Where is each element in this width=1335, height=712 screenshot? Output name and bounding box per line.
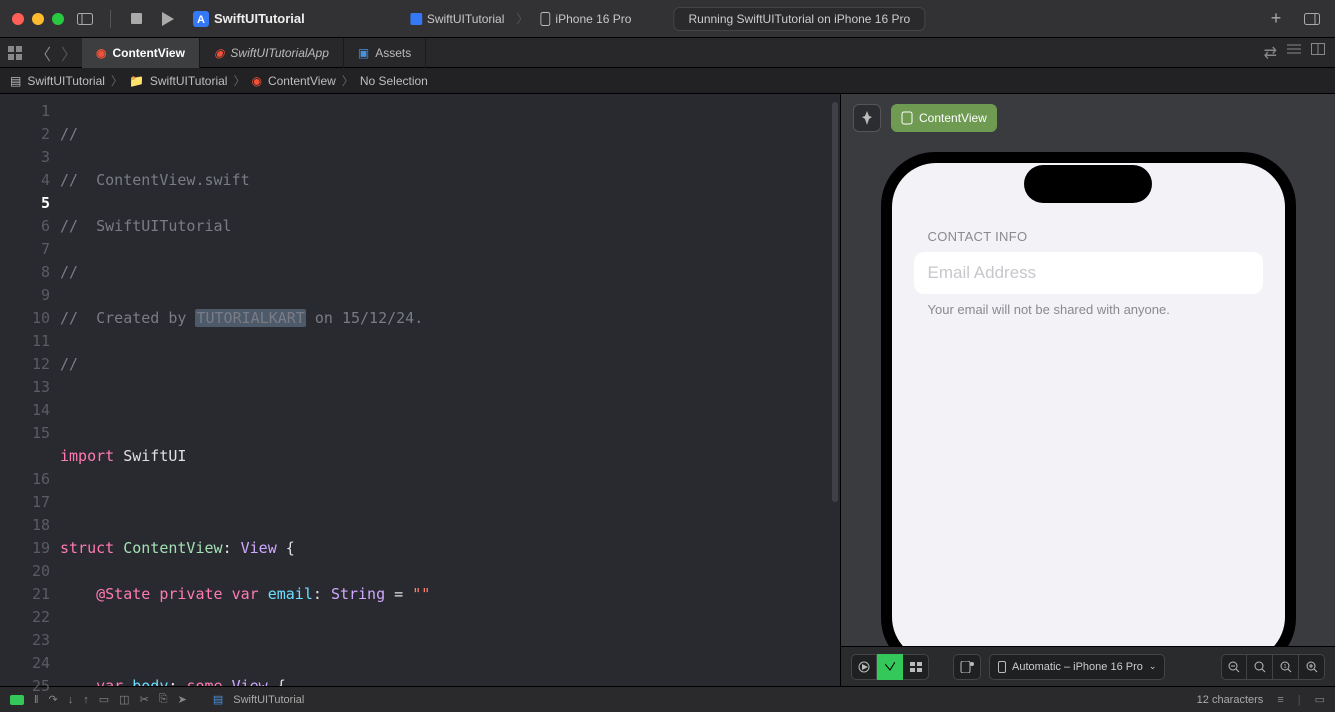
app-icon: ▤ (213, 693, 223, 706)
code-editor[interactable]: 1234 5678 9101112 131415 16171819 202122… (0, 94, 840, 686)
destination-device[interactable]: iPhone 16 Pro (540, 12, 631, 26)
variants-button[interactable] (903, 654, 929, 680)
adjust-editor-icon[interactable] (1287, 43, 1301, 63)
run-button[interactable] (157, 8, 179, 30)
main-area: 1234 5678 9101112 131415 16171819 202122… (0, 94, 1335, 686)
crumb-folder[interactable]: SwiftUITutorial (150, 74, 228, 88)
app-icon: ▤ (10, 74, 21, 88)
environment-icon[interactable]: ✂ (140, 693, 149, 706)
pin-preview-button[interactable] (853, 104, 881, 132)
swift-icon: ◉ (214, 46, 224, 60)
nav-forward-button[interactable]: 〉 (56, 38, 82, 68)
footer-project[interactable]: SwiftUITutorial (233, 694, 304, 706)
chevron-right-icon: 〉 (516, 10, 528, 27)
stop-button[interactable] (125, 8, 147, 30)
zoom-actual-button[interactable]: 1 (1273, 654, 1299, 680)
minimize-window-icon[interactable] (32, 13, 44, 25)
zoom-in-button[interactable] (1299, 654, 1325, 680)
email-field[interactable]: Email Address (914, 252, 1263, 294)
window-controls (12, 13, 64, 25)
library-panel-icon[interactable] (1301, 8, 1323, 30)
dynamic-island (1024, 165, 1152, 203)
live-mode-button[interactable] (851, 654, 877, 680)
phone-frame: CONTACT INFO Email Address Your email wi… (881, 152, 1296, 672)
step-out-icon[interactable]: ↑ (83, 694, 89, 706)
add-tab-icon[interactable]: + (1265, 8, 1287, 30)
crumb-file[interactable]: ContentView (268, 74, 336, 88)
swift-icon: ◉ (96, 46, 106, 60)
svg-text:A: A (197, 14, 205, 26)
preview-chip[interactable]: ContentView (891, 104, 997, 132)
sidebar-toggle-icon[interactable] (74, 8, 96, 30)
activity-status: Running SwiftUITutorial on iPhone 16 Pro (673, 7, 925, 31)
folder-icon: 📁 (129, 74, 144, 88)
project-name: SwiftUITutorial (214, 11, 305, 26)
preview-device-selector[interactable]: Automatic – iPhone 16 Pro ⌄ (989, 654, 1165, 680)
zoom-out-button[interactable] (1221, 654, 1247, 680)
device-settings-button[interactable] (953, 654, 981, 680)
chevron-right-icon: 〉 (342, 72, 354, 89)
tab-assets[interactable]: ▣ Assets (344, 38, 426, 68)
titlebar: A SwiftUITutorial SwiftUITutorial 〉 iPho… (0, 0, 1335, 38)
section-footer: Your email will not be shared with anyon… (914, 302, 1263, 317)
canvas-toolbar: Automatic – iPhone 16 Pro ⌄ 1 (841, 646, 1335, 686)
chevron-right-icon: 〉 (233, 72, 245, 89)
assets-icon: ▣ (358, 46, 369, 60)
tab-contentview[interactable]: ◉ ContentView (82, 38, 200, 68)
zoom-window-icon[interactable] (52, 13, 64, 25)
review-changes-icon[interactable]: ⇄ (1264, 43, 1277, 63)
simulator-screen[interactable]: CONTACT INFO Email Address Your email wi… (892, 163, 1285, 661)
tab-app[interactable]: ◉ SwiftUITutorialApp (200, 38, 344, 68)
step-into-icon[interactable]: ↓ (68, 694, 74, 706)
chevron-right-icon: 〉 (111, 72, 123, 89)
breadcrumb: ▤ SwiftUITutorial 〉 📁 SwiftUITutorial 〉 … (0, 68, 1335, 94)
related-items-icon[interactable] (0, 46, 30, 60)
selection-info: 12 characters (1197, 694, 1264, 706)
crumb-project[interactable]: SwiftUITutorial (27, 74, 105, 88)
toggle-console-icon[interactable]: ▭ (1315, 693, 1325, 706)
zoom-fit-button[interactable] (1247, 654, 1273, 680)
memory-graph-icon[interactable]: ◫ (119, 693, 129, 706)
debug-bar: ‖ ↷ ↓ ↑ ▭ ◫ ✂ ⎘ ➤ ▤ SwiftUITutorial 12 c… (0, 686, 1335, 712)
section-header: CONTACT INFO (914, 229, 1263, 244)
line-gutter: 1234 5678 9101112 131415 16171819 202122… (0, 94, 60, 686)
simulate-location-icon[interactable]: ⎘ (159, 693, 168, 706)
swift-icon: ◉ (251, 74, 261, 88)
close-window-icon[interactable] (12, 13, 24, 25)
location-icon[interactable]: ➤ (178, 693, 187, 706)
chevron-down-icon: ⌄ (1149, 661, 1157, 672)
scheme-selector[interactable]: A SwiftUITutorial (193, 11, 305, 27)
svg-text:1: 1 (1283, 664, 1286, 670)
line-endings-icon[interactable]: ≡ (1277, 694, 1283, 706)
scheme-target[interactable]: SwiftUITutorial (410, 12, 505, 26)
debug-view-icon[interactable]: ▭ (99, 693, 109, 706)
crumb-selection[interactable]: No Selection (360, 74, 428, 88)
editor-scrollbar[interactable] (832, 102, 838, 502)
selectable-mode-button[interactable] (877, 654, 903, 680)
code-content[interactable]: // // ContentView.swift // SwiftUITutori… (60, 94, 840, 686)
preview-canvas: ContentView CONTACT INFO Email Address Y… (840, 94, 1335, 686)
add-editor-icon[interactable] (1311, 43, 1325, 63)
nav-back-button[interactable]: 〈 (30, 38, 56, 68)
tab-bar: 〈 〉 ◉ ContentView ◉ SwiftUITutorialApp ▣… (0, 38, 1335, 68)
